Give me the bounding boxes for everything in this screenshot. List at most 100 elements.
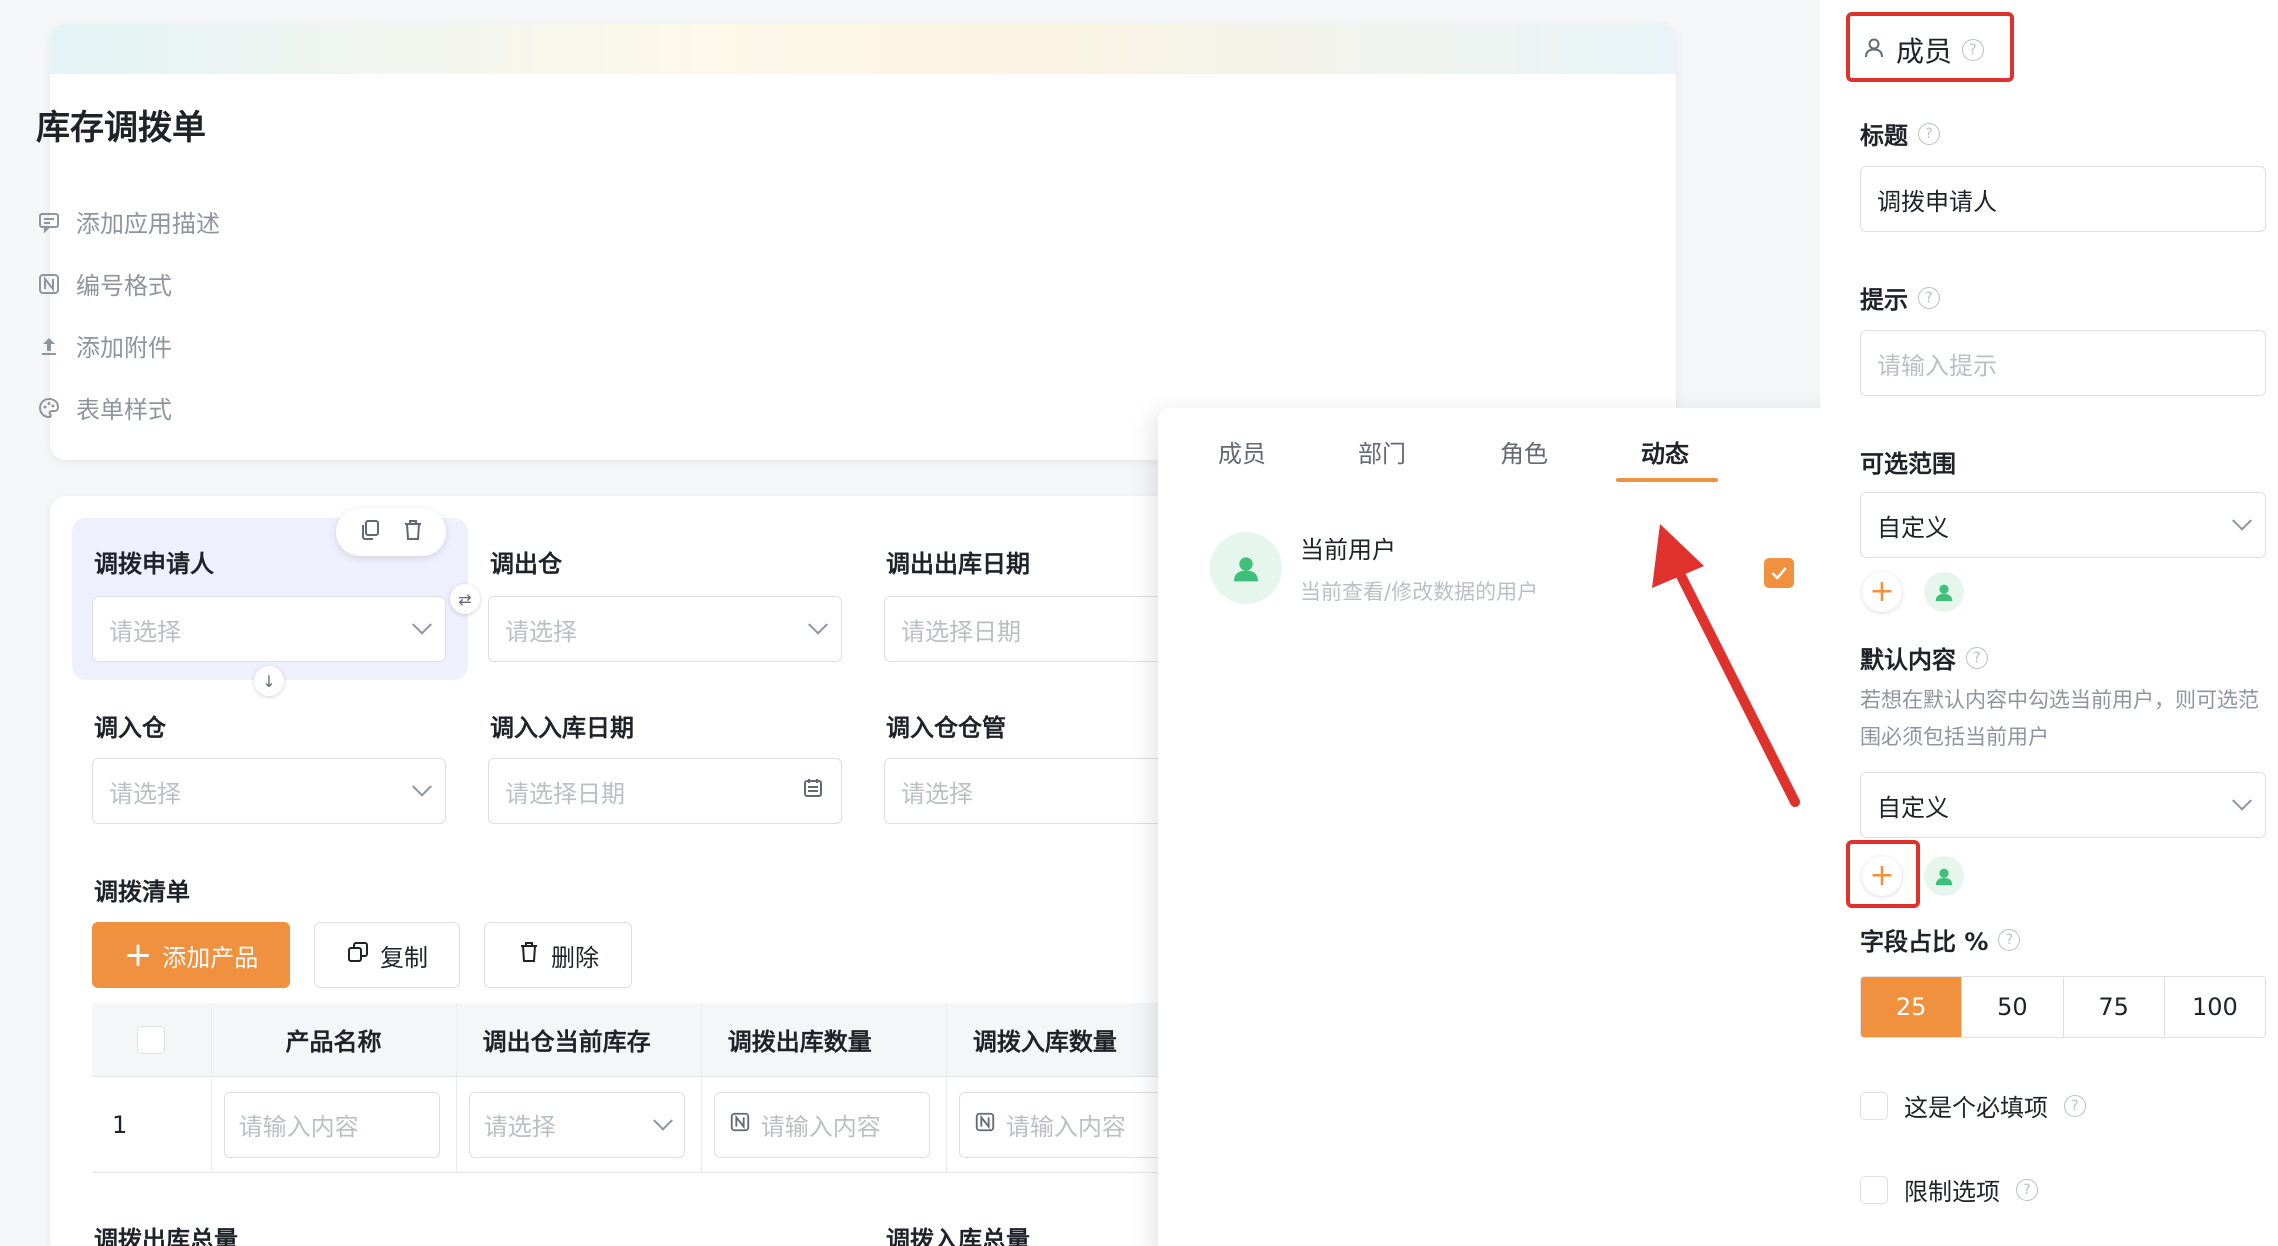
default-note: 若想在默认内容中勾选当前用户，则可选范围必须包括当前用户 <box>1860 688 2259 749</box>
applicant-select[interactable]: 请选择 <box>92 596 446 662</box>
user-icon <box>1234 557 1258 582</box>
add-default-button[interactable]: + <box>1862 856 1902 896</box>
col-header: 调拨入库数量 <box>972 1028 1117 1056</box>
ratio-label: 字段占比 % ? <box>1860 922 2021 957</box>
hint-input[interactable]: 请输入提示 <box>1860 330 2266 396</box>
ratio-option-75[interactable]: 75 <box>2064 977 2165 1037</box>
col-header: 调拨出库数量 <box>702 1003 947 1076</box>
current-user-title[interactable]: 当前用户 <box>1300 530 1396 565</box>
field-toolbar <box>336 508 446 556</box>
title-input[interactable]: 调拨申请人 <box>1860 166 2266 232</box>
help-icon[interactable]: ? <box>1998 928 2021 951</box>
help-icon[interactable]: ? <box>2016 1178 2038 1201</box>
add-product-button[interactable]: + 添加产品 <box>92 922 290 988</box>
required-checkbox[interactable] <box>1860 1091 1888 1120</box>
numbering-format[interactable]: 编号格式 <box>36 266 172 301</box>
label-text: 标题 <box>1860 122 1908 150</box>
help-icon[interactable]: ? <box>1966 646 1988 669</box>
date-placeholder: 请选择日期 <box>505 779 625 808</box>
delete-button[interactable]: 删除 <box>484 922 632 988</box>
field-label-out-warehouse: 调出仓 <box>490 550 562 578</box>
product-name-cell: 请输入内容 <box>212 1077 457 1172</box>
current-user-desc: 当前查看/修改数据的用户 <box>1300 580 1539 604</box>
select-placeholder: 请选择 <box>483 1113 556 1141</box>
input-value: 调拨申请人 <box>1877 187 1997 216</box>
arrow-down-icon[interactable]: ↓ <box>254 666 284 696</box>
tab-dynamic[interactable]: 动态 <box>1641 434 1689 469</box>
copy-icon[interactable] <box>358 518 382 546</box>
form-style[interactable]: 表单样式 <box>36 390 172 425</box>
select-placeholder: 请选择 <box>109 779 181 808</box>
label-text: 提示 <box>1860 286 1908 314</box>
total-in-label: 调拨入库总量 <box>886 1226 1030 1246</box>
default-select[interactable]: 自定义 <box>1860 772 2266 838</box>
add-attachment[interactable]: 添加附件 <box>36 328 172 363</box>
out-warehouse-select[interactable]: 请选择 <box>488 596 842 662</box>
in-qty-input[interactable]: 请输入内容 <box>958 1091 1175 1158</box>
add-description[interactable]: 添加应用描述 <box>36 204 220 239</box>
help-icon[interactable]: ? <box>1918 122 1940 145</box>
range-select[interactable]: 自定义 <box>1860 492 2266 558</box>
out-date-picker[interactable]: 请选择日期 <box>884 596 1184 662</box>
header-banner <box>50 24 1676 74</box>
product-name-input[interactable]: 请输入内容 <box>223 1091 440 1158</box>
label-text: 可选范围 <box>1860 450 1956 478</box>
number-badge-icon <box>974 1111 996 1139</box>
help-icon[interactable]: ? <box>2064 1094 2086 1117</box>
hint-label: 提示 ? <box>1860 280 1940 315</box>
number-badge-icon <box>729 1111 751 1139</box>
table-row: 1 请输入内容 请选择 请输入内容 请输入内容 <box>92 1077 1192 1173</box>
in-qty-cell: 请输入内容 <box>947 1077 1192 1172</box>
number-badge-icon <box>36 271 62 297</box>
ratio-option-50[interactable]: 50 <box>1962 977 2064 1037</box>
chevron-down-icon <box>2232 790 2252 811</box>
swap-horizontal-icon[interactable]: ⇄ <box>450 584 480 614</box>
out-qty-input[interactable]: 请输入内容 <box>713 1091 930 1158</box>
tab-members[interactable]: 成员 <box>1218 434 1266 469</box>
button-label: 删除 <box>551 943 599 972</box>
select-value: 自定义 <box>1877 513 1949 542</box>
select-value: 自定义 <box>1877 793 1949 822</box>
in-keeper-select[interactable]: 请选择 <box>884 758 1184 824</box>
app-header-card <box>50 24 1676 460</box>
meta-label: 添加附件 <box>76 334 172 362</box>
stock-cell: 请选择 <box>457 1077 702 1172</box>
add-range-button[interactable]: + <box>1862 572 1902 612</box>
help-icon[interactable]: ? <box>1918 286 1940 309</box>
field-label-applicant: 调拨申请人 <box>94 550 214 578</box>
button-label: 添加产品 <box>162 943 259 972</box>
select-all-cell <box>92 1003 212 1076</box>
field-label-in-warehouse: 调入仓 <box>94 714 166 742</box>
trash-icon[interactable] <box>401 518 425 546</box>
limit-option[interactable]: 限制选项 ? <box>1860 1172 2038 1207</box>
active-tab-indicator <box>1616 478 1718 482</box>
select-placeholder: 请选择 <box>901 779 973 808</box>
default-user-avatar[interactable] <box>1924 856 1964 896</box>
plus-icon: + <box>1869 858 1895 893</box>
plus-icon: + <box>123 935 153 975</box>
plus-icon: + <box>1869 574 1895 609</box>
field-label-in-keeper: 调入仓仓管 <box>886 714 1006 742</box>
field-label-in-date: 调入入库日期 <box>490 714 634 742</box>
select-placeholder: 请选择 <box>109 617 181 646</box>
label-text: 字段占比 % <box>1860 928 1989 956</box>
current-user-avatar <box>1210 532 1282 604</box>
stock-select[interactable]: 请选择 <box>468 1091 685 1158</box>
select-all-checkbox[interactable] <box>137 1025 166 1054</box>
copy-button[interactable]: 复制 <box>314 922 460 988</box>
range-user-avatar[interactable] <box>1924 572 1964 612</box>
in-warehouse-select[interactable]: 请选择 <box>92 758 446 824</box>
help-icon[interactable]: ? <box>1962 39 1985 61</box>
tab-departments[interactable]: 部门 <box>1358 434 1406 469</box>
tab-roles[interactable]: 角色 <box>1500 434 1548 469</box>
limit-checkbox[interactable] <box>1860 1175 1888 1204</box>
ratio-option-25[interactable]: 25 <box>1861 977 1963 1037</box>
required-option[interactable]: 这是个必填项 ? <box>1860 1088 2086 1123</box>
date-placeholder: 请选择日期 <box>901 617 1021 646</box>
option-label: 这是个必填项 <box>1904 1094 2048 1122</box>
annotation-arrow-icon <box>1652 524 1800 807</box>
ratio-option-100[interactable]: 100 <box>2165 977 2265 1037</box>
app-title[interactable]: 库存调拨单 <box>36 100 206 149</box>
range-label: 可选范围 <box>1860 444 1956 479</box>
in-date-picker[interactable]: 请选择日期 <box>488 758 842 824</box>
